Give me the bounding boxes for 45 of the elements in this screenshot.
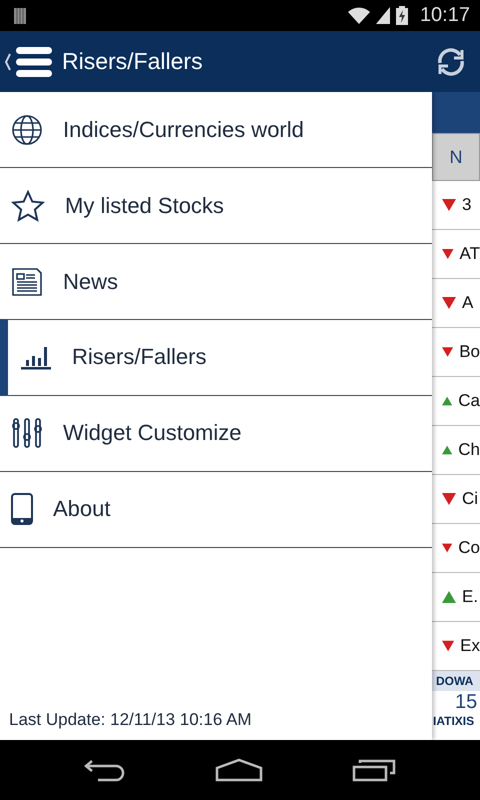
down-triangle-icon [442, 542, 452, 554]
stock-row[interactable]: AT [432, 230, 480, 279]
stock-row[interactable]: Co [432, 524, 480, 573]
notification-icon [14, 8, 26, 24]
drawer-item[interactable]: Indices/Currencies world [0, 92, 432, 168]
ticker-title: DOWA [432, 671, 480, 691]
ticker-source: IATIXIS [432, 714, 476, 728]
up-triangle-icon [442, 591, 456, 603]
table-header-bar [432, 92, 480, 133]
refresh-icon[interactable] [436, 46, 466, 76]
back-icon[interactable] [84, 758, 126, 782]
down-triangle-icon [442, 493, 456, 505]
stock-row[interactable]: Ca [432, 377, 480, 426]
app-title: Risers/Fallers [62, 48, 204, 75]
stock-row[interactable]: Ch [432, 426, 480, 475]
bar-chart-icon [20, 344, 52, 370]
globe-icon [11, 114, 43, 146]
column-header[interactable]: N [432, 133, 480, 181]
down-triangle-icon [442, 248, 454, 260]
home-icon[interactable] [214, 758, 263, 782]
stock-row[interactable]: A [432, 279, 480, 328]
phone-icon [11, 493, 33, 525]
down-triangle-icon [442, 346, 454, 358]
stock-row[interactable]: Bo [432, 328, 480, 377]
stock-row[interactable]: Ci [432, 475, 480, 524]
up-triangle-icon [442, 444, 452, 456]
newspaper-icon [11, 266, 43, 296]
sliders-icon [11, 417, 43, 449]
drawer-item[interactable]: About [0, 472, 432, 548]
down-triangle-icon [442, 297, 456, 309]
battery-icon [396, 6, 408, 25]
recent-apps-icon[interactable] [352, 758, 396, 782]
wifi-icon [348, 7, 370, 24]
last-update-text: Last Update: 12/11/13 10:16 AM [8, 710, 253, 731]
signal-icon [376, 7, 390, 24]
clock-time: 10:17 [420, 4, 470, 27]
drawer-item[interactable]: Widget Customize [0, 396, 432, 472]
star-icon [11, 190, 45, 222]
up-triangle-icon [442, 395, 452, 407]
menu-icon[interactable] [4, 46, 54, 78]
stock-row[interactable]: 3 [432, 181, 480, 230]
down-triangle-icon [442, 199, 456, 211]
stock-row[interactable]: E. [432, 573, 480, 622]
down-triangle-icon [442, 640, 454, 652]
ticker-value: 15 [454, 691, 478, 714]
